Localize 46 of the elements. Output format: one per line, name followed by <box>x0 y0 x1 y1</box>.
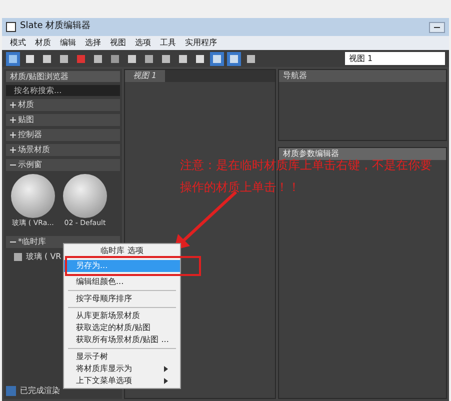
menu-item[interactable]: 选择 <box>85 37 101 49</box>
panel-header: 导航器 <box>279 70 446 82</box>
minimize-button[interactable] <box>429 22 445 32</box>
menu-item[interactable]: 选项 <box>135 37 151 49</box>
app-icon <box>6 22 16 32</box>
menu-item[interactable]: 模式 <box>10 37 26 49</box>
menu-item[interactable]: 实用程序 <box>185 37 217 49</box>
menu-header: 临时库 选项 <box>100 245 144 256</box>
group-header[interactable]: 贴图 <box>6 114 120 126</box>
context-menu-item[interactable]: 编辑组颜色... <box>64 276 180 288</box>
menu-item[interactable]: 编辑 <box>60 37 76 49</box>
panel-header: 材质参数编辑器 <box>279 148 446 160</box>
view-tab[interactable]: 视图 1 <box>125 70 165 82</box>
group-header[interactable]: 材质 <box>6 99 120 111</box>
context-menu-item[interactable]: 显示子树 <box>64 351 180 363</box>
context-menu-item[interactable]: 从库更新场景材质 <box>64 310 180 322</box>
toolbar-tool-icon[interactable] <box>210 52 224 66</box>
group-header[interactable]: 场景材质 <box>6 144 120 156</box>
context-menu-item[interactable]: 按字母顺序排序 <box>64 293 180 305</box>
material-icon <box>14 252 22 260</box>
menu-item[interactable]: 视图 <box>110 37 126 49</box>
collapse-icon[interactable] <box>10 162 16 168</box>
expand-icon[interactable] <box>10 102 16 108</box>
annotation-text: 注意：是在临时材质库上单击右键，不是在你要 <box>180 158 432 174</box>
expand-icon[interactable] <box>10 147 16 153</box>
view-dropdown[interactable]: 视图 1 <box>345 52 445 65</box>
expand-icon[interactable] <box>10 117 16 123</box>
status-text: 已完成渲染 <box>20 385 60 397</box>
search-field[interactable]: 按名称搜索... <box>6 85 120 96</box>
toolbar-tool-icon[interactable] <box>227 52 241 66</box>
group-header[interactable]: 控制器 <box>6 129 120 141</box>
render-icon <box>6 386 16 396</box>
context-menu-item[interactable]: 获取所有场景材质/贴图 ... <box>64 334 180 346</box>
panel-header: 材质/贴图浏览器 <box>6 71 120 82</box>
menu-item[interactable]: 工具 <box>160 37 176 49</box>
annotation-text: 操作的材质上单击！！ <box>180 179 301 196</box>
context-menu-item[interactable]: 获取选定的材质/贴图 <box>64 322 180 334</box>
context-menu-item[interactable]: 上下文菜单选项 <box>64 375 180 387</box>
toolbar-tool-icon[interactable] <box>6 52 20 66</box>
window-title: Slate 材质编辑器 <box>20 20 91 34</box>
context-menu-item[interactable]: 将材质库显示为 <box>64 363 180 375</box>
library-item[interactable]: 玻璃 ( VR <box>26 250 62 262</box>
group-header[interactable]: 示例窗 <box>6 159 120 171</box>
expand-icon[interactable] <box>10 132 16 138</box>
menu-item[interactable]: 材质 <box>35 37 51 49</box>
collapse-icon[interactable] <box>10 238 16 244</box>
